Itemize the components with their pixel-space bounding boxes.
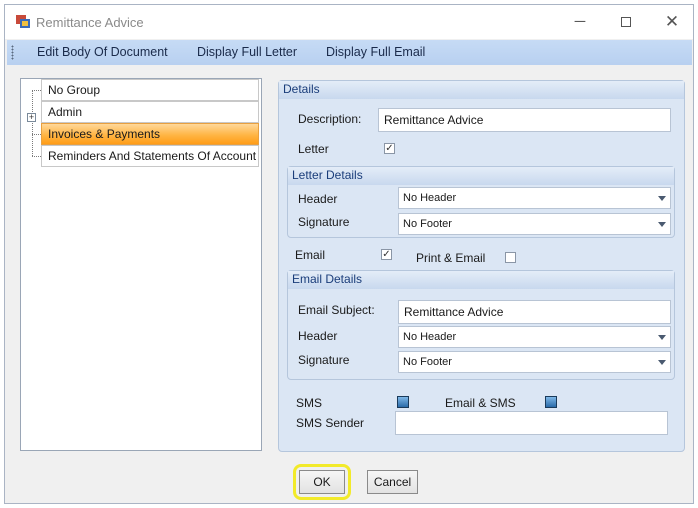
minimize-button[interactable]: ─ bbox=[557, 5, 603, 39]
email-signature-label: Signature bbox=[298, 353, 350, 367]
dropdown-arrow-icon bbox=[658, 222, 666, 227]
email-subject-input[interactable]: Remittance Advice bbox=[398, 300, 671, 324]
tree-item-admin[interactable]: Admin bbox=[41, 101, 259, 123]
display-full-email-button[interactable]: Display Full Email bbox=[326, 45, 425, 59]
maximize-icon bbox=[621, 17, 631, 28]
tree-connector bbox=[32, 156, 41, 157]
app-icon bbox=[16, 15, 30, 28]
email-sms-checkbox[interactable] bbox=[545, 396, 557, 408]
group-tree: + No Group Admin Invoices & Payments Rem… bbox=[20, 78, 262, 451]
letter-header-select[interactable]: No Header bbox=[398, 187, 671, 209]
letter-header-label: Header bbox=[298, 192, 338, 206]
maximize-button[interactable] bbox=[603, 5, 649, 39]
details-header: Details bbox=[279, 81, 684, 99]
dropdown-arrow-icon bbox=[658, 335, 666, 340]
edit-body-button[interactable]: Edit Body Of Document bbox=[37, 45, 168, 59]
minimize-icon: ─ bbox=[574, 13, 586, 30]
window-title: Remittance Advice bbox=[36, 15, 144, 30]
toolbar: Edit Body Of Document Display Full Lette… bbox=[7, 40, 692, 65]
print-email-checkbox[interactable] bbox=[505, 252, 516, 263]
tree-item-no-group[interactable]: No Group bbox=[41, 79, 259, 101]
tree-connector bbox=[32, 134, 41, 135]
letter-signature-value: No Footer bbox=[403, 218, 452, 230]
letter-checkbox[interactable]: ✓ bbox=[384, 143, 395, 154]
email-sms-label: Email & SMS bbox=[445, 396, 516, 410]
letter-signature-select[interactable]: No Footer bbox=[398, 213, 671, 235]
email-signature-value: No Footer bbox=[403, 356, 452, 368]
email-header-label: Header bbox=[298, 329, 338, 343]
print-email-label: Print & Email bbox=[416, 251, 486, 265]
sms-sender-input[interactable] bbox=[395, 411, 668, 435]
toolbar-grip-icon[interactable] bbox=[11, 45, 14, 60]
dialog-window: Remittance Advice ─ ✕ Edit Body Of Docum… bbox=[4, 4, 694, 504]
sms-checkbox[interactable] bbox=[397, 396, 409, 408]
dropdown-arrow-icon bbox=[658, 196, 666, 201]
title-bar: Remittance Advice ─ ✕ bbox=[5, 5, 693, 39]
letter-header-value: No Header bbox=[403, 192, 457, 204]
close-icon: ✕ bbox=[664, 12, 680, 31]
letter-details-group: Letter Details Header No Header Signatur… bbox=[287, 166, 675, 238]
tree-item-reminders-statements[interactable]: Reminders And Statements Of Account bbox=[41, 145, 259, 167]
letter-signature-label: Signature bbox=[298, 215, 350, 229]
sms-sender-label: SMS Sender bbox=[296, 416, 365, 430]
email-subject-label: Email Subject: bbox=[298, 303, 375, 317]
tree-item-invoices-payments[interactable]: Invoices & Payments bbox=[41, 123, 259, 145]
description-input[interactable]: Remittance Advice bbox=[378, 108, 671, 132]
cancel-button[interactable]: Cancel bbox=[367, 470, 418, 494]
email-details-group: Email Details Email Subject: Remittance … bbox=[287, 270, 675, 380]
expand-icon[interactable]: + bbox=[27, 113, 36, 122]
description-label: Description: bbox=[298, 112, 362, 126]
letter-details-header: Letter Details bbox=[288, 167, 674, 185]
tree-connector bbox=[32, 90, 41, 91]
email-header-select[interactable]: No Header bbox=[398, 326, 671, 348]
display-full-letter-button[interactable]: Display Full Letter bbox=[197, 45, 297, 59]
letter-label: Letter bbox=[298, 142, 329, 156]
tree-connector bbox=[32, 90, 33, 156]
close-button[interactable]: ✕ bbox=[649, 5, 695, 39]
email-details-header: Email Details bbox=[288, 271, 674, 289]
email-signature-select[interactable]: No Footer bbox=[398, 351, 671, 373]
dropdown-arrow-icon bbox=[658, 360, 666, 365]
ok-button[interactable]: OK bbox=[299, 470, 345, 494]
email-label: Email bbox=[295, 248, 326, 262]
sms-label: SMS bbox=[296, 396, 323, 410]
email-checkbox[interactable]: ✓ bbox=[381, 249, 392, 260]
email-header-value: No Header bbox=[403, 331, 457, 343]
details-panel: Details Description: Remittance Advice L… bbox=[278, 80, 685, 452]
